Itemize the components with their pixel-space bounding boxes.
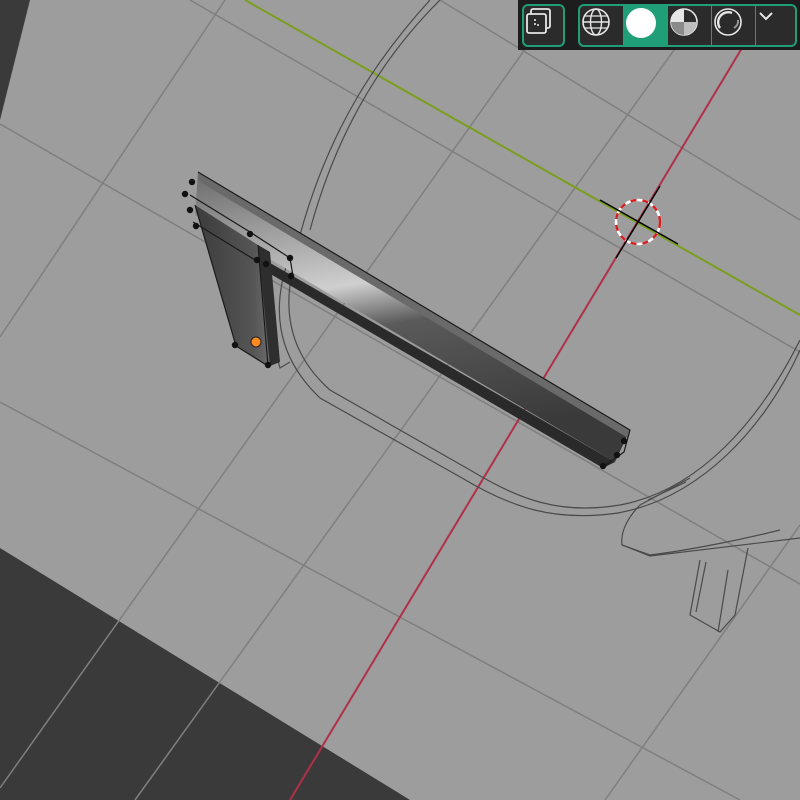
chevron-down-icon: [759, 12, 773, 21]
viewport-header-toolbar: [518, 0, 800, 50]
3d-viewport[interactable]: [0, 0, 800, 800]
wireframe-shading-icon: [582, 8, 610, 36]
solid-shading-button[interactable]: [624, 6, 667, 45]
solid-shading-icon: [626, 8, 656, 38]
wireframe-shading-button[interactable]: [580, 6, 623, 45]
material-preview-shading-button[interactable]: [668, 6, 711, 45]
shading-mode-group: [578, 4, 797, 47]
overlay-toggle-button[interactable]: [522, 4, 565, 47]
rendered-shading-icon: [714, 8, 742, 36]
rendered-shading-button[interactable]: [712, 6, 755, 45]
overlay-icon: [526, 8, 551, 34]
active-vertex[interactable]: [250, 336, 262, 348]
material-preview-shading-icon: [670, 8, 698, 36]
shading-dropdown-button[interactable]: [756, 6, 795, 45]
viewport-canvas[interactable]: [0, 0, 800, 800]
